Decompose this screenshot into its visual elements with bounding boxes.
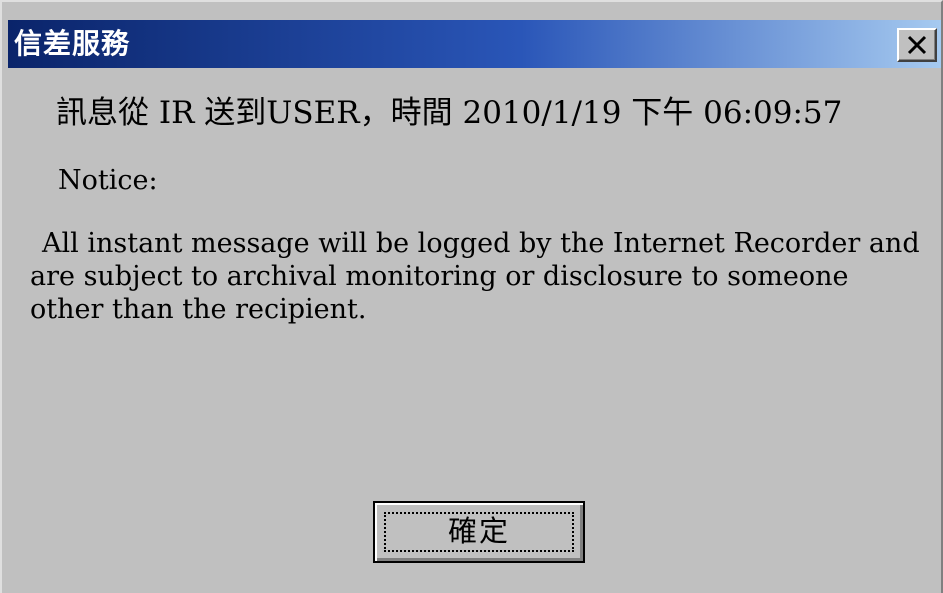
message-header: 訊息從 IR 送到USER，時間 2010/1/19 下午 06:09:57 [56,95,843,131]
ok-button-label: 確定 [447,514,510,548]
close-button[interactable] [897,28,937,62]
ok-button[interactable]: 確定 [373,501,585,563]
notice-label: Notice: [58,165,158,196]
notice-body: All instant message will be logged by th… [30,228,920,325]
close-x-icon [907,35,927,55]
messenger-dialog: 信差服務 訊息從 IR 送到USER，時間 2010/1/19 下午 06:09… [0,0,943,593]
message-content: 訊息從 IR 送到USER，時間 2010/1/19 下午 06:09:57 N… [30,94,920,326]
window-title: 信差服務 [14,27,131,60]
title-bar[interactable]: 信差服務 [8,20,941,68]
